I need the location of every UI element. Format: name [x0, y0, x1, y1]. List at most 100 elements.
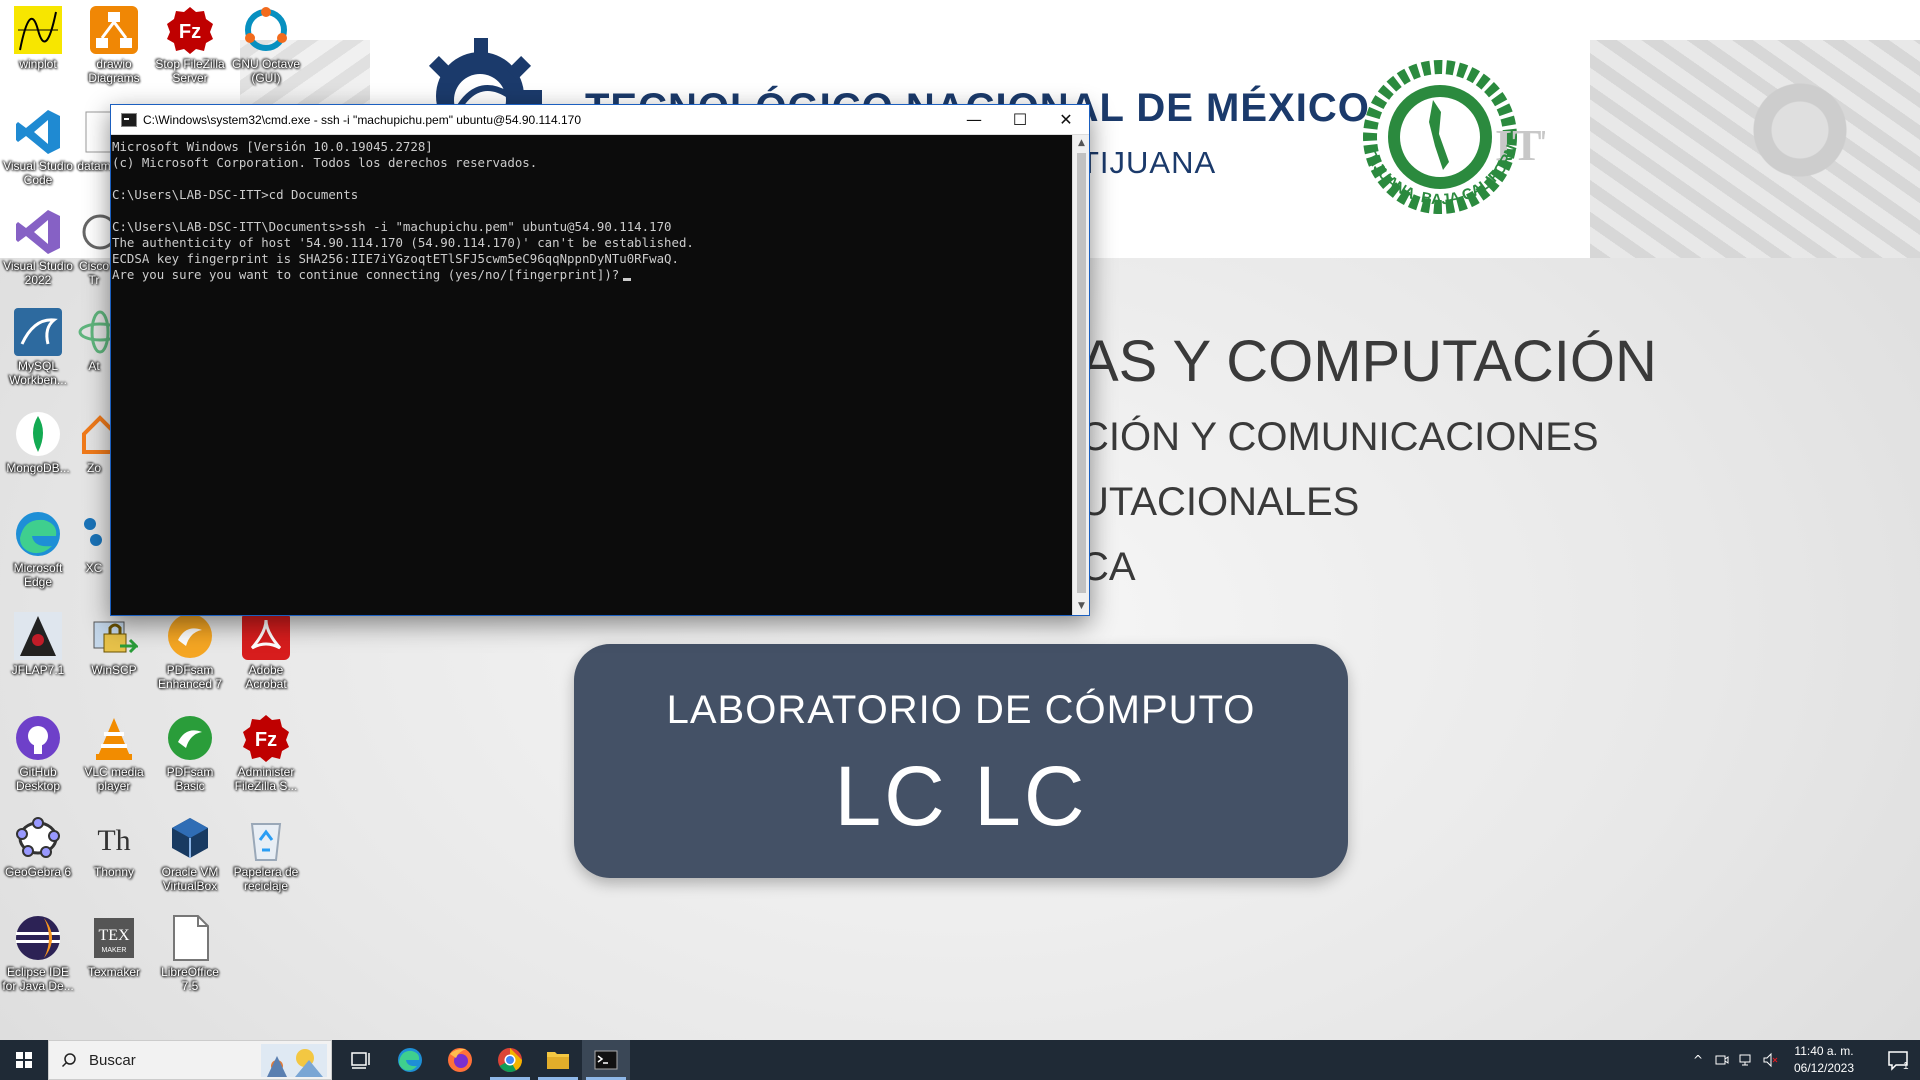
- virtualbox-icon: [172, 818, 208, 858]
- desktop-icon-xc[interactable]: XC: [76, 510, 112, 575]
- desktop-icon-octave[interactable]: GNU Octave (GUI): [228, 6, 304, 85]
- maximize-button[interactable]: ☐: [997, 105, 1043, 135]
- eclipse-icon: [16, 916, 60, 960]
- desktop-icon-mysql-workbench[interactable]: MySQL Workben...: [0, 308, 76, 387]
- minimize-button[interactable]: —: [951, 105, 997, 135]
- svg-text:Fz: Fz: [179, 21, 201, 43]
- network-icon[interactable]: [1738, 1052, 1754, 1068]
- search-icon: [61, 1053, 76, 1068]
- desktop-icon-eclipse[interactable]: Eclipse IDE for Java De...: [0, 914, 76, 993]
- xc-icon: [84, 518, 102, 546]
- winplot-icon: [14, 6, 62, 54]
- desktop-icon-acrobat[interactable]: Adobe Acrobat: [228, 612, 304, 691]
- acrobat-icon: [242, 612, 290, 660]
- pdfsam-basic-icon: [168, 716, 212, 760]
- volume-muted-icon[interactable]: [1762, 1052, 1778, 1068]
- chevron-up-icon[interactable]: ^: [1690, 1052, 1706, 1068]
- task-view-icon: [351, 1052, 370, 1069]
- desktop-icon-pdfsam-enhanced[interactable]: PDFsam Enhanced 7: [152, 612, 228, 691]
- cmd-window[interactable]: C:\Windows\system32\cmd.exe - ssh -i "ma…: [110, 104, 1090, 616]
- department-line-2: CIÓN Y COMUNICACIONES: [1080, 415, 1599, 459]
- desktop-icon-github-desktop[interactable]: GitHub Desktop: [0, 714, 76, 793]
- desktop-icon-filezilla-admin[interactable]: Fz Administer FileZilla S...: [228, 714, 304, 793]
- svg-text:Th: Th: [97, 824, 130, 857]
- taskbar-cmd[interactable]: [582, 1040, 630, 1080]
- desktop-icon-libreoffice[interactable]: LibreOffice 7.5: [152, 914, 228, 993]
- notification-center-icon[interactable]: 1: [1886, 1048, 1910, 1072]
- desktop-icon-recycle-bin[interactable]: Papelera de reciclaje: [228, 814, 304, 893]
- terminal-prompt-line[interactable]: Are you sure you want to continue connec…: [112, 267, 1072, 283]
- vertical-scrollbar[interactable]: ▲ ▼: [1072, 135, 1089, 615]
- meet-now-icon[interactable]: [1714, 1052, 1730, 1068]
- desktop-icon-atom[interactable]: At: [76, 308, 112, 373]
- cmd-app-icon[interactable]: [121, 113, 137, 127]
- search-placeholder: Buscar: [89, 1052, 136, 1069]
- vlc-icon: [96, 718, 132, 760]
- notification-count: 1: [1903, 1061, 1909, 1072]
- cisco-icon: [82, 214, 112, 250]
- clock-time[interactable]: 11:40 a. m.: [1786, 1044, 1862, 1058]
- clock-date[interactable]: 06/12/2023: [1786, 1061, 1862, 1075]
- jflap-icon: [14, 612, 62, 660]
- desktop-icon-drawio[interactable]: drawio Diagrams: [76, 6, 152, 85]
- desktop-icon-geogebra[interactable]: GeoGebra 6: [0, 814, 76, 879]
- vscode-icon: [16, 110, 60, 154]
- taskbar-chrome[interactable]: [486, 1040, 534, 1080]
- folder-icon: [547, 1052, 569, 1069]
- department-line-1: AS Y COMPUTACIÓN: [1080, 329, 1657, 394]
- cmd-window-title: C:\Windows\system32\cmd.exe - ssh -i "ma…: [143, 113, 582, 127]
- desktop-icon-texmaker[interactable]: TEX MAKER Texmaker: [76, 914, 152, 979]
- terminal-icon: [594, 1050, 618, 1070]
- terminal-output[interactable]: Microsoft Windows [Versión 10.0.19045.27…: [111, 135, 1073, 615]
- libreoffice-icon: [173, 915, 209, 961]
- taskbar-edge[interactable]: [386, 1040, 434, 1080]
- taskbar-task-view[interactable]: [336, 1040, 384, 1080]
- firefox-icon: [448, 1048, 472, 1072]
- scroll-up-arrow-icon[interactable]: ▲: [1073, 135, 1090, 152]
- svg-text:MAKER: MAKER: [102, 947, 127, 954]
- desktop-icon-winscp[interactable]: WinSCP: [76, 612, 152, 677]
- svg-text:Fz: Fz: [255, 729, 277, 751]
- system-tray: ^ 11:40 a. m. 06/12/2023 1: [1690, 1040, 1920, 1080]
- desktop-icon-winplot[interactable]: winplot: [0, 6, 76, 71]
- desktop-icon-edge[interactable]: Microsoft Edge: [0, 510, 76, 589]
- windows-logo-icon: [16, 1052, 32, 1068]
- aztec-pattern-right: [1590, 40, 1920, 258]
- taskbar-file-explorer[interactable]: [534, 1040, 582, 1080]
- terminal-prompt-text: Are you sure you want to continue connec…: [112, 267, 620, 282]
- filezilla-admin-icon: Fz: [243, 715, 289, 762]
- lab-code: LC LC: [834, 749, 1088, 843]
- document-icon: [85, 111, 112, 153]
- taskbar-search-box[interactable]: Buscar: [48, 1040, 332, 1080]
- text-cursor: [623, 278, 632, 281]
- terminal-line: C:\Users\LAB-DSC-ITT>cd Documents: [112, 187, 359, 202]
- svg-text:TEX: TEX: [98, 927, 130, 944]
- desktop-icon-cisco[interactable]: Cisco Tr: [76, 208, 112, 287]
- desktop-icon-vscode[interactable]: Visual Studio Code: [0, 108, 76, 187]
- desktop-icon-mongodb[interactable]: MongoDB...: [0, 410, 76, 475]
- desktop-icon-thonny[interactable]: Th Thonny: [76, 814, 152, 879]
- desktop-icon-pdfsam-basic[interactable]: PDFsam Basic: [152, 714, 228, 793]
- geogebra-icon: [16, 817, 60, 858]
- desktop-icon-visual-studio[interactable]: Visual Studio 2022: [0, 208, 76, 287]
- close-button[interactable]: ✕: [1043, 105, 1089, 135]
- visual-studio-icon: [16, 210, 60, 254]
- campus-name: TIJUANA: [1080, 145, 1217, 180]
- desktop-icon-vlc[interactable]: VLC media player: [76, 714, 152, 793]
- atom-icon: [78, 310, 112, 354]
- texmaker-icon: TEX MAKER: [94, 918, 134, 958]
- scroll-down-arrow-icon[interactable]: ▼: [1073, 598, 1090, 615]
- desktop-icon-jflap[interactable]: JFLAP7.1: [0, 612, 76, 677]
- scrollbar-thumb[interactable]: [1077, 153, 1086, 593]
- desktop-icon-filezilla-server[interactable]: Fz Stop FileZilla Server: [152, 6, 228, 85]
- lab-panel: LABORATORIO DE CÓMPUTO LC LC: [574, 644, 1348, 878]
- taskbar: Buscar ^ 11:40 a. m. 06/12/2023 1: [0, 1040, 1920, 1080]
- start-button[interactable]: [0, 1040, 48, 1080]
- desktop-icon-virtualbox[interactable]: Oracle VM VirtualBox: [152, 814, 228, 893]
- cmd-titlebar[interactable]: C:\Windows\system32\cmd.exe - ssh -i "ma…: [111, 105, 1089, 135]
- desktop-icon-datam[interactable]: datam: [76, 108, 112, 173]
- desktop-icon-zotero[interactable]: Zo: [76, 410, 112, 475]
- taskbar-firefox[interactable]: [436, 1040, 484, 1080]
- mysql-workbench-icon: [14, 308, 62, 356]
